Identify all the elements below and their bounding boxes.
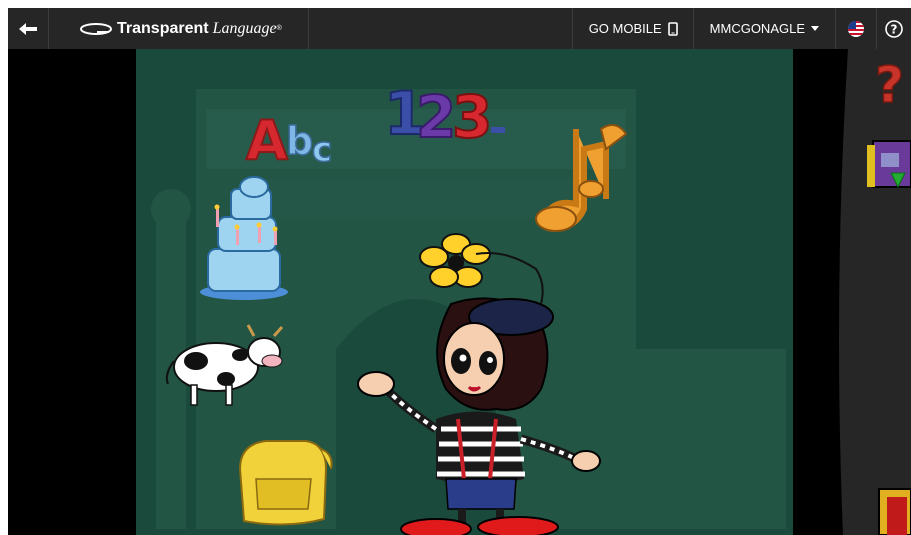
abc-letter-a: A bbox=[246, 109, 288, 172]
game-scene: A b c 1 2 3 bbox=[136, 49, 793, 535]
scene-help-button[interactable]: ? bbox=[874, 55, 905, 115]
go-mobile-label: GO MOBILE bbox=[588, 21, 662, 36]
download-book-button[interactable] bbox=[867, 140, 911, 189]
phone-icon bbox=[667, 21, 678, 36]
right-control-panel: ? bbox=[793, 49, 911, 535]
brand-name-bold: Transparent bbox=[117, 19, 209, 37]
activity-stage: A b c 1 2 3 ? bbox=[8, 49, 911, 535]
brand-name-italic: Language bbox=[212, 19, 277, 37]
svg-text:c: c bbox=[312, 130, 332, 170]
user-name-label: MMCGONAGLE bbox=[709, 21, 805, 36]
help-label: ? bbox=[891, 22, 898, 36]
user-menu-button[interactable]: MMCGONAGLE bbox=[692, 8, 835, 49]
question-mark-icon: ? bbox=[875, 56, 904, 114]
svg-text:b: b bbox=[286, 119, 313, 163]
back-button[interactable] bbox=[8, 8, 49, 49]
brand-registered-mark: ® bbox=[276, 25, 282, 32]
backpack-item[interactable] bbox=[238, 440, 333, 526]
language-flag-button[interactable] bbox=[835, 8, 876, 49]
numbers-123-item[interactable]: 1 2 3 bbox=[383, 78, 505, 152]
svg-text:3: 3 bbox=[452, 83, 492, 151]
top-nav-bar: Transparent Language ® GO MOBILE MMCGONA… bbox=[8, 8, 911, 49]
exit-door-button[interactable] bbox=[878, 488, 911, 535]
go-mobile-button[interactable]: GO MOBILE bbox=[571, 8, 693, 49]
logo-swoosh-icon bbox=[80, 22, 112, 35]
transparent-language-logo[interactable]: Transparent Language ® bbox=[49, 8, 309, 49]
back-arrow-icon bbox=[19, 22, 37, 35]
scene-canvas: A b c 1 2 3 bbox=[151, 78, 786, 535]
right-panel-canvas: ? bbox=[839, 49, 911, 535]
svg-text:2: 2 bbox=[416, 83, 456, 151]
help-icon: ? bbox=[885, 19, 903, 38]
caret-down-icon bbox=[811, 26, 819, 31]
us-flag-icon bbox=[848, 20, 864, 37]
help-button[interactable]: ? bbox=[876, 8, 911, 49]
